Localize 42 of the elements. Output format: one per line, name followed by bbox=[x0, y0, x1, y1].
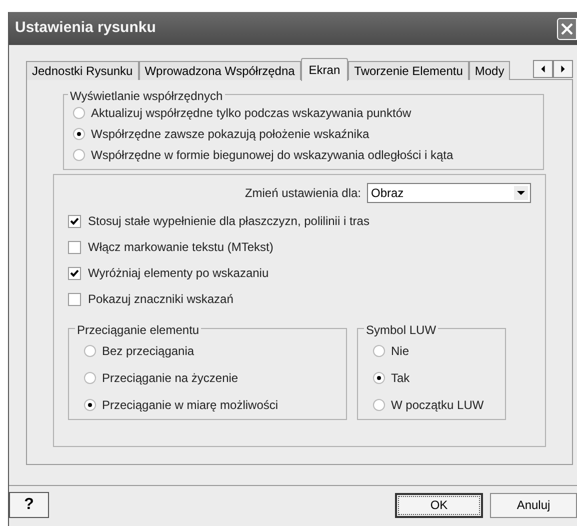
checkbox-label: Wyróżniaj elementy po wskazaniu bbox=[88, 265, 269, 282]
radio-label: Przeciąganie w miarę możliwości bbox=[102, 397, 278, 414]
cancel-button[interactable]: Anuluj bbox=[490, 492, 577, 518]
tab[interactable]: Tworzenie Elementu bbox=[348, 61, 469, 80]
close-icon bbox=[560, 22, 574, 36]
scroll-right-icon[interactable] bbox=[553, 60, 573, 78]
radio-button[interactable] bbox=[373, 345, 385, 357]
radio-label: Aktualizuj współrzędne tylko podczas wskazywania punktów bbox=[91, 105, 412, 122]
radio-label: W początku LUW bbox=[391, 397, 484, 414]
tab[interactable]: Mody bbox=[468, 61, 510, 80]
checkbox-label: Stosuj stałe wypełnienie dla płaszczyzn, polilinii i tras bbox=[88, 213, 370, 230]
radio-label: Przeciąganie na życzenie bbox=[102, 370, 238, 387]
tab[interactable]: Ekran bbox=[300, 58, 348, 81]
radio-button[interactable] bbox=[73, 149, 85, 161]
checkbox-label: Pokazuj znaczniki wskazań bbox=[88, 291, 234, 308]
radio-button[interactable] bbox=[373, 399, 385, 411]
radio-button[interactable] bbox=[373, 372, 385, 384]
radio-label: Bez przeciągania bbox=[102, 343, 194, 360]
dropdown-value: Obraz bbox=[371, 185, 404, 202]
tab[interactable]: Jednostki Rysunku bbox=[26, 61, 139, 80]
help-button[interactable]: ? bbox=[9, 492, 49, 518]
checkbox[interactable] bbox=[68, 266, 81, 280]
radio-button[interactable] bbox=[84, 372, 96, 384]
radio-label: Tak bbox=[391, 370, 410, 387]
field-label: Zmień ustawienia dla: bbox=[244, 185, 361, 202]
scroll-left-icon[interactable] bbox=[533, 60, 553, 78]
radio-button[interactable] bbox=[73, 128, 85, 140]
close-button[interactable] bbox=[557, 18, 577, 40]
radio-button[interactable] bbox=[84, 345, 96, 357]
checkbox[interactable] bbox=[68, 292, 81, 306]
settings-dropdown[interactable]: Obraz bbox=[367, 183, 531, 203]
checkbox[interactable] bbox=[68, 214, 81, 228]
checkbox[interactable] bbox=[68, 240, 81, 254]
ok-button[interactable]: OK bbox=[395, 492, 483, 518]
radio-label: Współrzędne w formie biegunowej do wskazywania odległości i kąta bbox=[91, 147, 454, 164]
radio-label: Współrzędne zawsze pokazują położenie wskaźnika bbox=[91, 126, 370, 143]
window-title: Ustawienia rysunku bbox=[15, 18, 156, 38]
radio-label: Nie bbox=[391, 343, 410, 360]
radio-button[interactable] bbox=[84, 399, 96, 411]
checkbox-label: Włącz markowanie tekstu (MTekst) bbox=[88, 239, 274, 256]
radio-button[interactable] bbox=[73, 107, 85, 119]
tab[interactable]: Wprowadzona Współrzędna bbox=[138, 61, 301, 80]
